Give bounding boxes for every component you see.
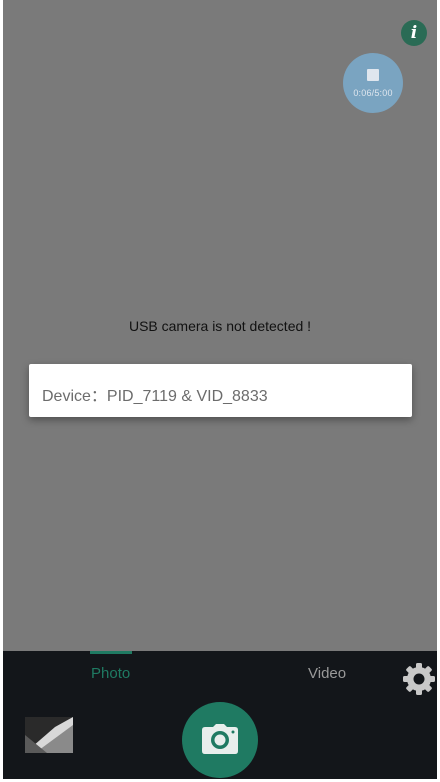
info-glyph: i [410, 23, 418, 43]
gallery-thumbnail[interactable] [25, 717, 73, 753]
app-screen: i 0:06/5:00 USB camera is not detected !… [3, 0, 437, 779]
tab-video[interactable]: Video [308, 665, 346, 682]
stop-icon [367, 69, 379, 81]
record-timer-button[interactable]: 0:06/5:00 [343, 53, 403, 113]
camera-preview: i 0:06/5:00 USB camera is not detected !… [3, 0, 437, 651]
active-tab-indicator [90, 651, 132, 654]
tab-photo[interactable]: Photo [91, 665, 130, 682]
camera-controls-bar: Photo Video [3, 651, 437, 779]
device-info-text: Device：PID_7119 & VID_8833 [42, 388, 268, 405]
device-info-dialog[interactable]: Device：PID_7119 & VID_8833 [29, 364, 412, 417]
info-icon[interactable]: i [401, 20, 427, 46]
camera-not-detected-message: USB camera is not detected ! [128, 318, 312, 334]
recording-time: 0:06/5:00 [353, 88, 393, 98]
camera-icon [202, 724, 238, 754]
shutter-button[interactable] [182, 702, 258, 778]
gear-icon[interactable] [401, 661, 437, 697]
